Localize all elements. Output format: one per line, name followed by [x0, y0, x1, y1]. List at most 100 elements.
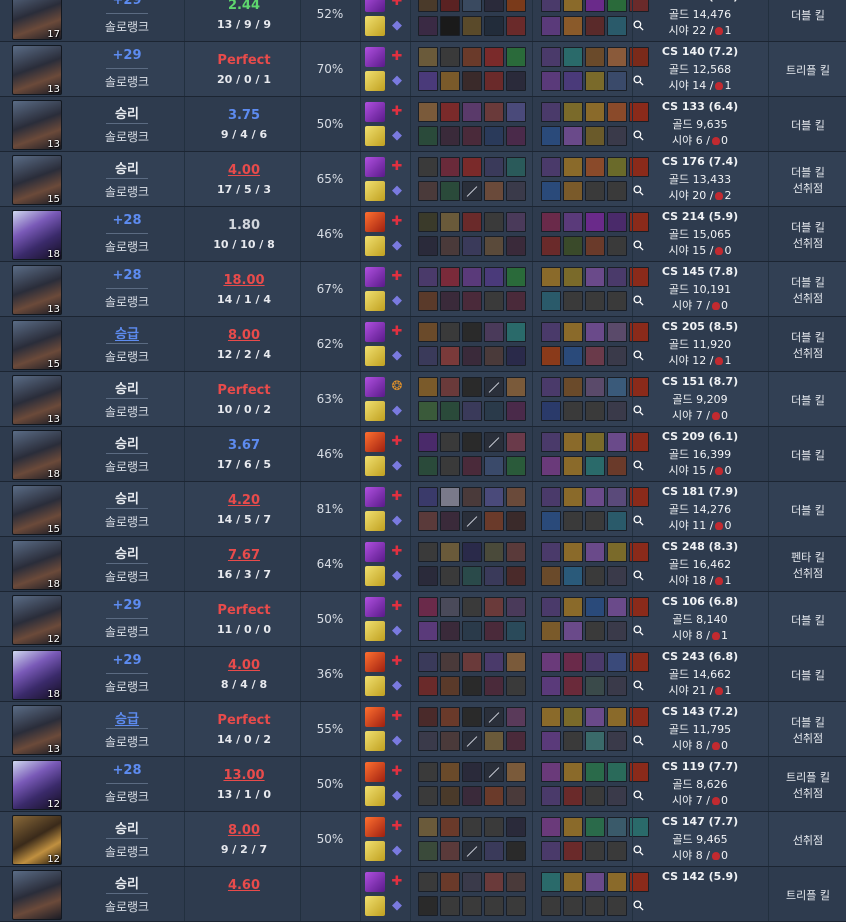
champion-portrait[interactable]: 18 — [12, 210, 62, 260]
champion-portrait[interactable]: 15 — [12, 320, 62, 370]
participant-champion-icon[interactable] — [418, 542, 438, 562]
participant-champion-icon[interactable] — [462, 896, 482, 916]
participant-champion-icon[interactable] — [462, 267, 482, 287]
item-icon[interactable] — [607, 267, 627, 287]
participant-champion-icon[interactable] — [484, 841, 504, 861]
participant-champion-icon[interactable] — [484, 542, 504, 562]
summoner-spell-icon[interactable] — [365, 212, 385, 232]
item-icon[interactable] — [541, 731, 561, 751]
item-icon[interactable] — [585, 291, 605, 311]
item-icon[interactable] — [585, 322, 605, 342]
item-icon[interactable] — [585, 236, 605, 256]
item-icon[interactable] — [541, 896, 561, 916]
item-icon[interactable] — [607, 487, 627, 507]
item-icon[interactable] — [585, 401, 605, 421]
champion-portrait[interactable]: 18 — [12, 430, 62, 480]
item-icon[interactable] — [563, 542, 583, 562]
champion-portrait[interactable]: 12 — [12, 760, 62, 810]
item-icon[interactable] — [563, 377, 583, 397]
item-icon[interactable] — [585, 896, 605, 916]
participant-champion-icon[interactable] — [506, 511, 526, 531]
participant-champion-icon[interactable] — [462, 456, 482, 476]
participant-champion-icon[interactable] — [418, 896, 438, 916]
participant-champion-icon[interactable] — [506, 71, 526, 91]
summoner-spell-icon[interactable] — [365, 817, 385, 837]
participant-champion-icon[interactable] — [484, 872, 504, 892]
item-icon[interactable] — [563, 346, 583, 366]
participant-champion-icon[interactable] — [440, 291, 460, 311]
participant-champion-icon[interactable] — [484, 566, 504, 586]
participant-champion-icon[interactable] — [506, 896, 526, 916]
secondary-rune-icon[interactable]: ◆ — [387, 841, 407, 861]
keystone-rune-icon[interactable]: ✚ — [387, 432, 407, 452]
item-icon[interactable] — [541, 346, 561, 366]
item-icon[interactable] — [563, 511, 583, 531]
item-icon[interactable] — [563, 181, 583, 201]
keystone-rune-icon[interactable]: ✚ — [387, 487, 407, 507]
champion-portrait[interactable] — [12, 870, 62, 920]
participant-champion-icon[interactable] — [484, 676, 504, 696]
item-icon[interactable] — [541, 786, 561, 806]
secondary-rune-icon[interactable]: ◆ — [387, 346, 407, 366]
item-icon[interactable] — [607, 817, 627, 837]
secondary-rune-icon[interactable]: ◆ — [387, 126, 407, 146]
summoner-spell-icon[interactable] — [365, 731, 385, 751]
champion-portrait[interactable]: 12 — [12, 815, 62, 865]
summoner-spell-icon[interactable] — [365, 652, 385, 672]
champion-portrait[interactable]: 13 — [12, 705, 62, 755]
item-icon[interactable] — [585, 542, 605, 562]
keystone-rune-icon[interactable]: ✚ — [387, 872, 407, 892]
keystone-rune-icon[interactable]: ✚ — [387, 597, 407, 617]
participant-champion-icon[interactable] — [418, 786, 438, 806]
item-icon[interactable] — [541, 817, 561, 837]
summoner-spell-icon[interactable] — [365, 487, 385, 507]
item-icon[interactable] — [563, 47, 583, 67]
item-icon[interactable] — [563, 762, 583, 782]
item-icon[interactable] — [563, 267, 583, 287]
participant-champion-icon[interactable] — [440, 16, 460, 36]
summoner-spell-icon[interactable] — [365, 597, 385, 617]
champion-portrait[interactable]: 13 — [12, 100, 62, 150]
participant-champion-icon[interactable] — [418, 432, 438, 452]
item-icon[interactable] — [541, 401, 561, 421]
participant-champion-icon[interactable] — [418, 566, 438, 586]
summoner-spell-icon[interactable] — [365, 16, 385, 36]
item-icon[interactable] — [585, 212, 605, 232]
match-row[interactable]: 13 +28 솔로랭크 18.00 14 / 1 / 4 67% ✚ ◆ ⚲ CS 145 (7.… — [0, 262, 846, 317]
item-icon[interactable] — [563, 707, 583, 727]
match-row[interactable]: 15 승리 솔로랭크 4.20 14 / 5 / 7 81% ✚ ◆ ⚲ CS 181 (7.9)… — [0, 482, 846, 537]
participant-champion-icon[interactable] — [484, 597, 504, 617]
item-icon[interactable] — [585, 707, 605, 727]
participant-champion-icon[interactable] — [506, 621, 526, 641]
participant-champion-icon[interactable] — [418, 817, 438, 837]
secondary-rune-icon[interactable]: ◆ — [387, 236, 407, 256]
participant-champion-icon[interactable] — [506, 16, 526, 36]
champion-portrait[interactable]: 17 — [12, 0, 62, 40]
participant-champion-icon[interactable] — [484, 267, 504, 287]
item-icon[interactable] — [541, 542, 561, 562]
item-icon[interactable] — [585, 652, 605, 672]
summoner-spell-icon[interactable] — [365, 126, 385, 146]
participant-champion-icon[interactable] — [440, 762, 460, 782]
participant-champion-icon[interactable] — [418, 487, 438, 507]
summoner-spell-icon[interactable] — [365, 0, 385, 12]
participant-champion-icon[interactable] — [484, 456, 504, 476]
participant-champion-icon[interactable] — [418, 212, 438, 232]
participant-champion-icon[interactable] — [418, 236, 438, 256]
participant-champion-icon[interactable] — [440, 487, 460, 507]
participant-champion-icon[interactable] — [484, 896, 504, 916]
participant-champion-icon[interactable] — [506, 102, 526, 122]
participant-champion-icon[interactable] — [484, 181, 504, 201]
item-icon[interactable] — [541, 102, 561, 122]
participant-champion-icon[interactable] — [462, 291, 482, 311]
item-icon[interactable] — [541, 676, 561, 696]
participant-champion-icon[interactable] — [462, 786, 482, 806]
secondary-rune-icon[interactable]: ◆ — [387, 401, 407, 421]
participant-champion-icon[interactable] — [418, 291, 438, 311]
secondary-rune-icon[interactable]: ◆ — [387, 511, 407, 531]
keystone-rune-icon[interactable]: ✚ — [387, 762, 407, 782]
participant-champion-icon[interactable] — [440, 731, 460, 751]
participant-champion-icon[interactable] — [484, 786, 504, 806]
item-icon[interactable] — [541, 707, 561, 727]
item-icon[interactable] — [563, 0, 583, 12]
